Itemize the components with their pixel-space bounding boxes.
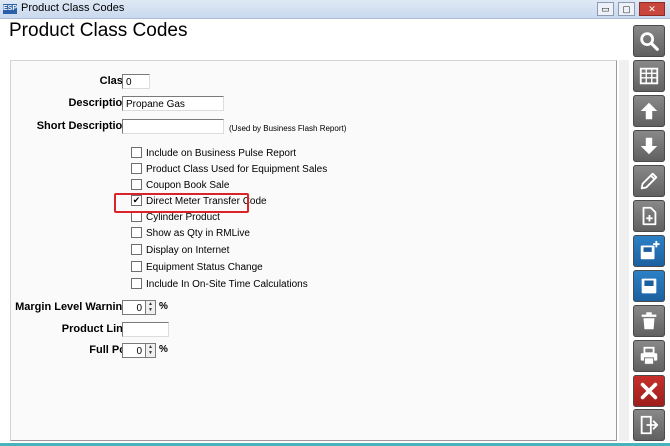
- product-line-input[interactable]: [122, 322, 169, 337]
- scrollbar-track[interactable]: [619, 60, 629, 441]
- short-description-label: Short Description: [36, 120, 129, 132]
- margin-level-warning-spinner[interactable]: ▲ ▼: [145, 300, 156, 315]
- checkbox-business-pulse[interactable]: Include on Business Pulse Report: [131, 147, 297, 162]
- checkbox-box[interactable]: [131, 179, 142, 190]
- checkbox-box[interactable]: [131, 163, 142, 174]
- checkbox-coupon-book[interactable]: Coupon Book Sale: [131, 179, 230, 194]
- checkbox-box[interactable]: [131, 244, 142, 255]
- short-description-input[interactable]: [122, 119, 224, 134]
- next-record-button[interactable]: [633, 130, 665, 162]
- checkbox-label: Equipment Status Change: [146, 262, 263, 274]
- margin-level-warning-label: Margin Level Warning: [15, 301, 129, 313]
- search-icon: [640, 32, 659, 51]
- print-icon: [640, 346, 658, 365]
- window-titlebar: ESP Product Class Codes ▭ ▢ ✕: [0, 0, 670, 19]
- exit-button[interactable]: [633, 409, 665, 441]
- search-button[interactable]: [633, 25, 665, 57]
- margin-level-percent: %: [159, 301, 168, 312]
- app-icon: ESP: [3, 4, 18, 14]
- full-pct-percent: %: [159, 344, 168, 355]
- product-line-label: Product Line: [61, 323, 129, 335]
- trash-icon: [641, 312, 657, 330]
- checkbox-box[interactable]: [131, 261, 142, 272]
- window-close-button[interactable]: ✕: [639, 2, 665, 16]
- delete-button[interactable]: [633, 305, 665, 337]
- form-panel: Class 0 Description Propane Gas Short De…: [10, 60, 617, 441]
- save-new-icon: [640, 240, 660, 260]
- checkbox-box[interactable]: [131, 278, 142, 289]
- checkbox-cylinder-product[interactable]: Cylinder Product: [131, 211, 220, 226]
- checkbox-label: Include on Business Pulse Report: [146, 148, 297, 160]
- checkbox-label: Display on Internet: [146, 245, 230, 257]
- new-record-button[interactable]: [633, 200, 665, 232]
- description-input[interactable]: Propane Gas: [122, 96, 224, 111]
- window-title: Product Class Codes: [21, 2, 125, 14]
- highlight-box: [114, 193, 249, 213]
- grid-button[interactable]: [633, 60, 665, 92]
- save-button[interactable]: [633, 270, 665, 302]
- checkbox-label: Cylinder Product: [146, 212, 220, 224]
- edit-button[interactable]: [633, 165, 665, 197]
- checkbox-onsite-time[interactable]: Include In On-Site Time Calculations: [131, 278, 308, 293]
- checkbox-box[interactable]: [131, 147, 142, 158]
- checkbox-label: Product Class Used for Equipment Sales: [146, 164, 328, 176]
- save-and-new-button[interactable]: [633, 235, 665, 267]
- pencil-icon: [640, 172, 658, 190]
- checkbox-label: Include In On-Site Time Calculations: [146, 279, 308, 291]
- checkbox-display-internet[interactable]: Display on Internet: [131, 244, 230, 259]
- description-label: Description: [68, 97, 129, 109]
- exit-icon: [640, 415, 659, 435]
- checkbox-label: Coupon Book Sale: [146, 180, 230, 192]
- cancel-button[interactable]: [633, 375, 665, 407]
- checkbox-label: Show as Qty in RMLive: [146, 228, 250, 240]
- close-icon: [640, 382, 658, 400]
- class-input[interactable]: 0: [122, 74, 150, 89]
- checkbox-box[interactable]: [131, 227, 142, 238]
- print-button[interactable]: [633, 340, 665, 372]
- arrow-up-icon: [640, 102, 658, 120]
- minimize-button[interactable]: ▭: [597, 2, 614, 16]
- arrow-down-icon: [640, 137, 658, 155]
- full-pct-spinner[interactable]: ▲ ▼: [145, 343, 156, 358]
- margin-level-warning-input[interactable]: 0: [122, 300, 145, 315]
- restore-button[interactable]: ▢: [618, 2, 635, 16]
- checkbox-show-qty-rmlive[interactable]: Show as Qty in RMLive: [131, 227, 250, 242]
- full-pct-input[interactable]: 0: [122, 343, 145, 358]
- checkbox-equipment-sales[interactable]: Product Class Used for Equipment Sales: [131, 163, 328, 178]
- short-description-note: (Used by Business Flash Report): [229, 124, 347, 133]
- new-document-icon: [642, 206, 657, 226]
- checkbox-equipment-status[interactable]: Equipment Status Change: [131, 261, 263, 276]
- grid-icon: [639, 67, 659, 85]
- previous-record-button[interactable]: [633, 95, 665, 127]
- save-icon: [641, 278, 657, 294]
- page-title: Product Class Codes: [9, 20, 188, 41]
